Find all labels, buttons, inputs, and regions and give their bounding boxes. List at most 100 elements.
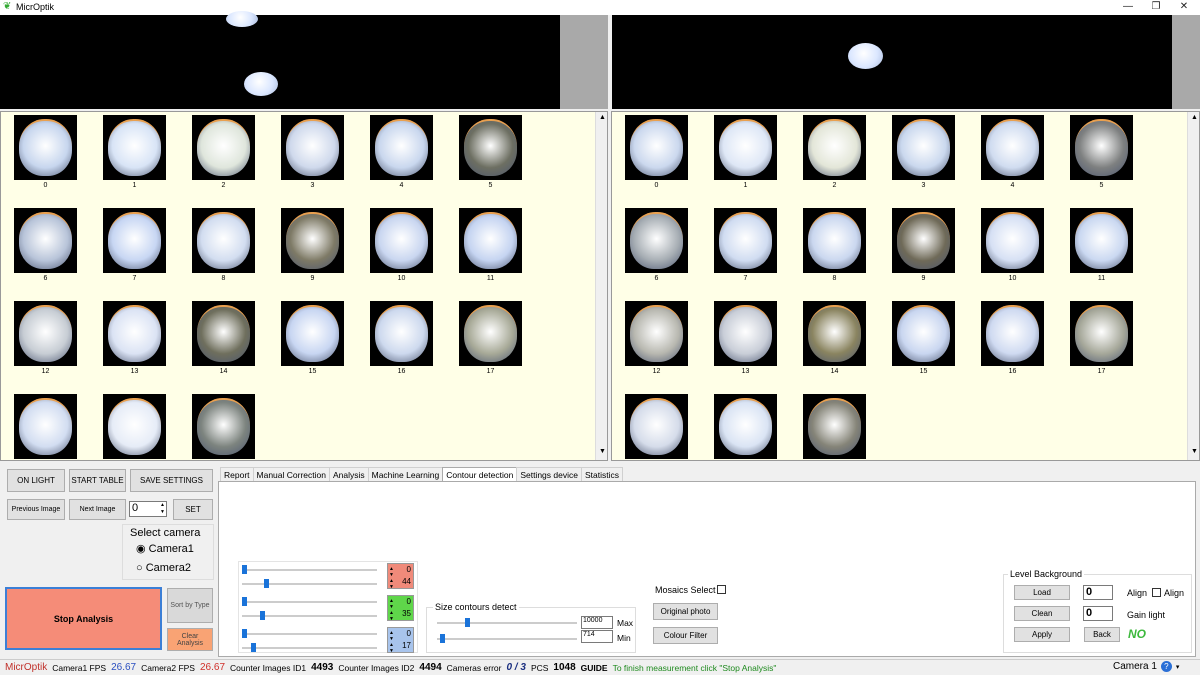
scroll-up-icon[interactable]: ▲: [1191, 114, 1198, 121]
gallery-item[interactable]: 16: [370, 301, 433, 375]
tab-analysis[interactable]: Analysis: [328, 467, 369, 482]
gallery-item[interactable]: 3: [892, 115, 955, 189]
thumbnail-image[interactable]: [459, 115, 522, 180]
slider-knob[interactable]: [264, 579, 269, 588]
thumbnail-image[interactable]: [892, 208, 955, 273]
clear-analysis-button[interactable]: Clear Analysis: [167, 628, 213, 651]
thumbnail-image[interactable]: [370, 208, 433, 273]
gallery-item[interactable]: 2: [192, 115, 255, 189]
on-light-button[interactable]: ON LIGHT: [7, 469, 65, 492]
thumbnail-image[interactable]: [103, 115, 166, 180]
sort-by-type-button[interactable]: Sort by Type: [167, 588, 213, 623]
gallery-item[interactable]: [192, 394, 255, 459]
tab-statistics[interactable]: Statistics: [580, 467, 623, 482]
thumbnail-image[interactable]: [281, 115, 344, 180]
thumbnail-image[interactable]: [981, 301, 1044, 366]
chevron-down-icon[interactable]: ▾: [1176, 663, 1180, 671]
gallery-item[interactable]: [625, 394, 688, 459]
tab-settings-device[interactable]: Settings device: [516, 467, 582, 482]
gallery-item[interactable]: 3: [281, 115, 344, 189]
gallery-item[interactable]: 7: [103, 208, 166, 282]
start-table-button[interactable]: START TABLE: [69, 469, 126, 492]
thumbnail-image[interactable]: [714, 394, 777, 459]
thumbnail-image[interactable]: [281, 301, 344, 366]
spinner-icon[interactable]: ▲ ▼: [160, 502, 165, 516]
thumbnail-image[interactable]: [981, 115, 1044, 180]
mosaics-select-checkbox[interactable]: [717, 585, 726, 594]
slider-knob[interactable]: [440, 634, 445, 643]
gallery-item[interactable]: [14, 394, 77, 459]
thumbnail-image[interactable]: [459, 208, 522, 273]
spinner-icon[interactable]: ▲ ▼ ▲ ▼: [389, 598, 394, 622]
thumbnail-image[interactable]: [803, 394, 866, 459]
gallery-item[interactable]: 1: [714, 115, 777, 189]
thumbnail-image[interactable]: [281, 208, 344, 273]
gallery-item[interactable]: 14: [192, 301, 255, 375]
slider-knob[interactable]: [465, 618, 470, 627]
slider-knob[interactable]: [251, 643, 256, 652]
tab-report[interactable]: Report: [220, 467, 254, 482]
thumbnail-image[interactable]: [1070, 208, 1133, 273]
thumbnail-image[interactable]: [625, 394, 688, 459]
set-button[interactable]: SET: [173, 499, 213, 520]
gallery-item[interactable]: 0: [625, 115, 688, 189]
camera1-radio[interactable]: ◉ Camera1: [136, 542, 194, 555]
gallery-item[interactable]: 11: [459, 208, 522, 282]
slider-knob[interactable]: [242, 597, 247, 606]
gallery-item[interactable]: 7: [714, 208, 777, 282]
gallery-item[interactable]: 6: [625, 208, 688, 282]
camera-selector[interactable]: Camera 1 ? ▾: [1113, 661, 1179, 672]
threshold-high-slider[interactable]: [242, 643, 377, 653]
thumbnail-image[interactable]: [103, 394, 166, 459]
thumbnail-image[interactable]: [625, 208, 688, 273]
thumbnail-image[interactable]: [803, 301, 866, 366]
thumbnail-image[interactable]: [714, 115, 777, 180]
gallery-item[interactable]: 13: [103, 301, 166, 375]
thumbnail-image[interactable]: [714, 208, 777, 273]
help-icon[interactable]: ?: [1160, 661, 1172, 672]
gallery-item[interactable]: 12: [625, 301, 688, 375]
gallery-item[interactable]: 17: [1070, 301, 1133, 375]
thumbnail-image[interactable]: [370, 301, 433, 366]
scroll-down-icon[interactable]: ▼: [599, 448, 606, 455]
thumbnail-image[interactable]: [14, 115, 77, 180]
min-size-input[interactable]: 714: [581, 630, 613, 643]
thumbnail-image[interactable]: [892, 115, 955, 180]
thumbnail-image[interactable]: [14, 394, 77, 459]
gallery-item[interactable]: 13: [714, 301, 777, 375]
gallery-item[interactable]: 4: [370, 115, 433, 189]
thumbnail-image[interactable]: [192, 301, 255, 366]
image-index-input[interactable]: 0 ▲ ▼: [129, 501, 167, 517]
camera1-gallery[interactable]: 0 1 2 3 4 5 6 7 8 9 10 11 12 13 14 15 16 17 ▲ ▼: [0, 111, 608, 461]
threshold-high-slider[interactable]: [242, 579, 377, 589]
gallery-item[interactable]: 17: [459, 301, 522, 375]
stop-analysis-button[interactable]: Stop Analysis: [5, 587, 162, 650]
spinner-icon[interactable]: ▲ ▼ ▲ ▼: [389, 630, 394, 654]
clean-button[interactable]: Clean: [1014, 606, 1070, 621]
threshold-low-slider[interactable]: [242, 565, 377, 575]
thumbnail-image[interactable]: [103, 208, 166, 273]
gallery-item[interactable]: 2: [803, 115, 866, 189]
thumbnail-image[interactable]: [803, 115, 866, 180]
scroll-down-icon[interactable]: ▼: [1191, 448, 1198, 455]
thumbnail-image[interactable]: [192, 208, 255, 273]
min-size-slider[interactable]: [437, 634, 577, 644]
thumbnail-image[interactable]: [625, 301, 688, 366]
previous-image-button[interactable]: Previous Image: [7, 499, 65, 520]
gallery-item[interactable]: 14: [803, 301, 866, 375]
align-input[interactable]: 0: [1083, 585, 1113, 600]
thumbnail-image[interactable]: [14, 208, 77, 273]
thumbnail-image[interactable]: [714, 301, 777, 366]
tab-contour-detection[interactable]: Contour detection: [442, 467, 518, 482]
thumbnail-image[interactable]: [192, 115, 255, 180]
thumbnail-image[interactable]: [192, 394, 255, 459]
camera2-gallery[interactable]: 0 1 2 3 4 5 6 7 8 9 10 11 12 13 14 15 16 17 ▲ ▼: [611, 111, 1200, 461]
thumbnail-image[interactable]: [14, 301, 77, 366]
gallery-item[interactable]: 5: [1070, 115, 1133, 189]
next-image-button[interactable]: Next Image: [69, 499, 126, 520]
spinner-icon[interactable]: ▲ ▼ ▲ ▼: [389, 566, 394, 590]
apply-button[interactable]: Apply: [1014, 627, 1070, 642]
gallery-item[interactable]: 8: [803, 208, 866, 282]
gallery-item[interactable]: 4: [981, 115, 1044, 189]
gallery-item[interactable]: 15: [281, 301, 344, 375]
